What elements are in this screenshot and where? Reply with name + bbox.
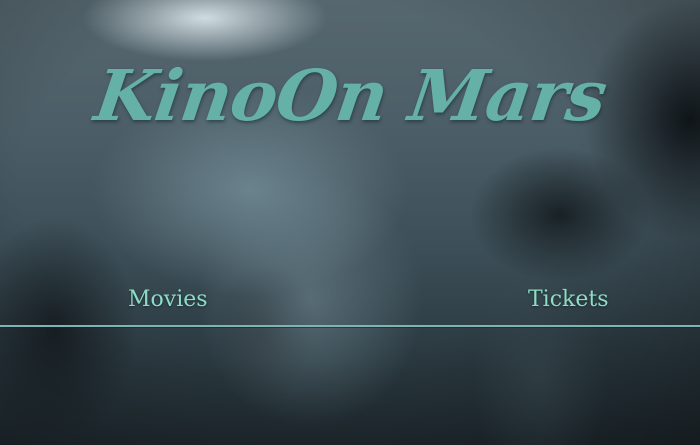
nav-divider [0,325,700,327]
nav-link-tickets[interactable]: Tickets [528,287,609,312]
nav-link-movies[interactable]: Movies [128,287,208,312]
site-logo: KinoOn Mars [90,54,612,137]
main-nav: Movies Tickets [0,282,700,328]
